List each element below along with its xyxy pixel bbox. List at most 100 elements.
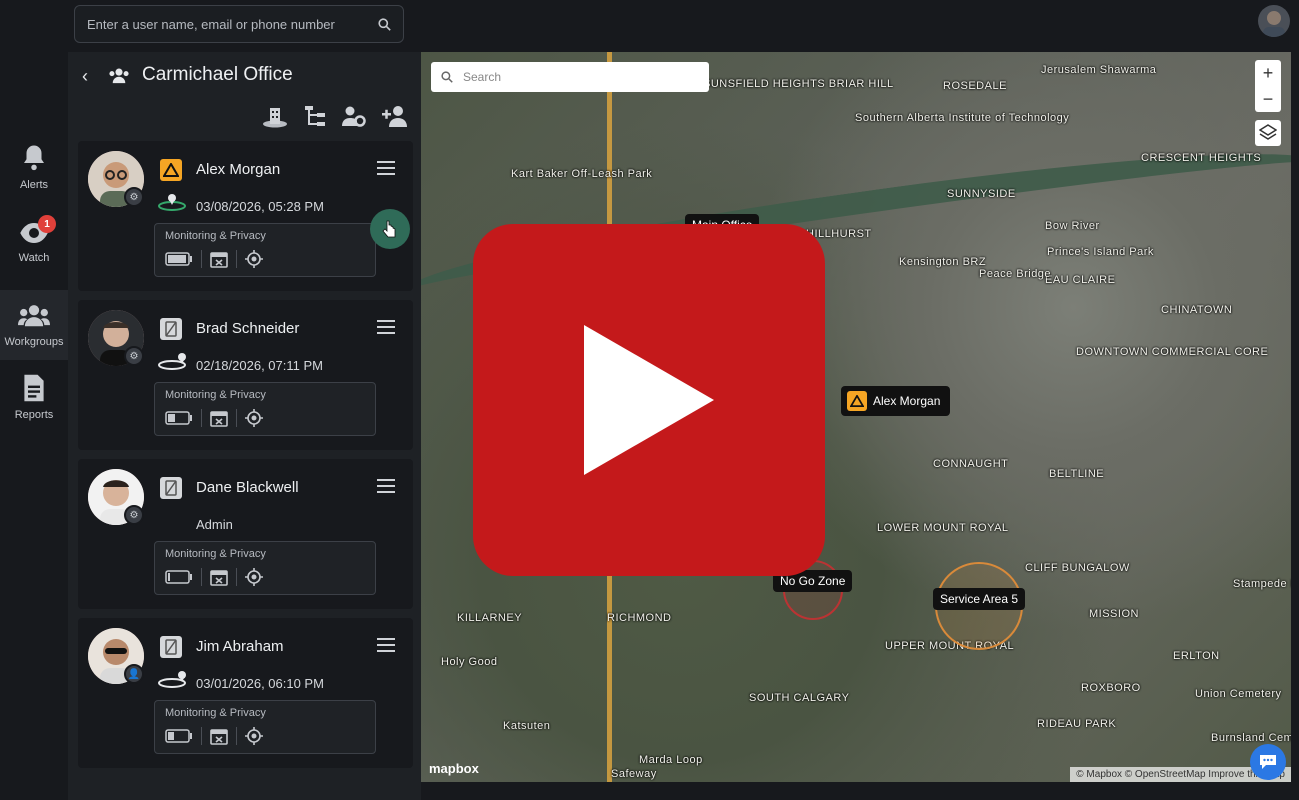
member-card-alex[interactable]: ⚙ Alex Morgan 03/08/2026, 05:28 PM Monit… (78, 141, 413, 291)
last-seen: 03/08/2026, 05:28 PM (196, 199, 324, 214)
panel-header: ‹ Carmichael Office (68, 52, 421, 132)
member-card-jim[interactable]: 👤 Jim Abraham 03/01/2026, 06:10 PM Monit… (78, 618, 413, 768)
workgroup-panel: ‹ Carmichael Office ⚙ Alex Morgan 03/08/… (68, 52, 421, 800)
map-label: CRESCENT HEIGHTS (1141, 152, 1262, 164)
alex-morgan-pin[interactable]: Alex Morgan (841, 386, 951, 416)
location-ring-icon (158, 353, 186, 370)
hamburger-menu-icon[interactable] (377, 161, 395, 175)
calendar-off-icon (210, 729, 228, 745)
map-label: EAU CLAIRE (1045, 274, 1116, 286)
target-location-icon (245, 727, 263, 745)
map-label: CLIFF BUNGALOW (1025, 562, 1130, 574)
map-label: Stampede Park (1233, 578, 1291, 590)
last-seen: 02/18/2026, 07:11 PM (196, 358, 323, 373)
member-card-brad[interactable]: ⚙ Brad Schneider 02/18/2026, 07:11 PM Mo… (78, 300, 413, 450)
map-label: Marda Loop (639, 754, 703, 766)
user-search-input[interactable]: Enter a user name, email or phone number (74, 5, 404, 43)
alert-triangle-icon (847, 391, 867, 411)
map-search-placeholder: Search (463, 70, 502, 84)
map-label: ROXBORO (1081, 682, 1141, 694)
battery-icon (165, 252, 192, 266)
monitoring-privacy-box: Monitoring & Privacy (154, 700, 376, 754)
gear-icon: ⚙ (124, 187, 144, 207)
battery-icon (165, 411, 192, 425)
layers-button[interactable] (1255, 120, 1281, 146)
map-label: ROSEDALE (943, 80, 1007, 92)
map-label: Burnsland Cemetery (1211, 732, 1291, 744)
layers-icon (1259, 124, 1277, 140)
watch-badge: 1 (38, 215, 56, 233)
gear-icon: ⚙ (124, 505, 144, 525)
map-label: KILLARNEY (457, 612, 523, 624)
nav-alerts[interactable]: Alerts (0, 132, 68, 202)
member-card-dane[interactable]: ⚙ Dane Blackwell Admin Monitoring & Priv… (78, 459, 413, 609)
target-location-icon (245, 250, 263, 268)
map-label: CHINATOWN (1161, 304, 1233, 316)
map-label: Safeway (611, 768, 657, 780)
person-icon: 👤 (124, 664, 144, 684)
monitoring-privacy-box: Monitoring & Privacy (154, 223, 376, 277)
nav-alerts-label: Alerts (19, 179, 49, 191)
mapbox-logo: mapbox (429, 761, 479, 776)
map-label: Peace Bridge (979, 268, 1052, 280)
bell-icon (24, 145, 44, 171)
hierarchy-icon[interactable] (303, 104, 327, 128)
user-search-placeholder: Enter a user name, email or phone number (87, 16, 335, 32)
back-chevron-icon[interactable]: ‹ (82, 66, 88, 87)
map-label: SUNNYSIDE (947, 188, 1016, 200)
search-icon (378, 17, 391, 31)
chat-support-button[interactable] (1250, 744, 1286, 780)
map-label: Prince's Island Park (1047, 246, 1154, 258)
map-label: BELTLINE (1049, 468, 1105, 480)
member-name: Alex Morgan (196, 161, 281, 178)
page-title: Carmichael Office (142, 64, 293, 85)
chat-icon (1260, 755, 1276, 769)
hamburger-menu-icon[interactable] (377, 479, 395, 493)
map-label: DOWNTOWN COMMERCIAL CORE (1076, 346, 1269, 358)
user-gear-icon[interactable] (341, 104, 367, 128)
add-user-icon[interactable] (381, 104, 411, 128)
nav-workgroups[interactable]: Workgroups (0, 290, 68, 360)
map-label: SUNSFIELD HEIGHTS BRIAR HILL (703, 78, 894, 90)
current-user-avatar[interactable] (1258, 5, 1290, 37)
hamburger-menu-icon[interactable] (377, 320, 395, 334)
map-label: Kart Baker Off-Leash Park (511, 168, 653, 180)
member-name: Brad Schneider (196, 320, 300, 337)
map-label: Southern Alberta Institute of Technology (855, 112, 1070, 124)
location-ring-icon (158, 194, 186, 211)
no-device-icon (160, 636, 182, 658)
video-play-button[interactable] (473, 224, 825, 576)
map-search-input[interactable]: Search (431, 62, 709, 92)
service-area-label: Service Area 5 (940, 592, 1019, 606)
calendar-off-icon (210, 570, 228, 586)
pointer-cursor-icon (370, 209, 410, 249)
users-icon (18, 305, 50, 327)
zoom-in-button[interactable]: + (1263, 63, 1274, 84)
report-icon (24, 374, 44, 402)
map-label: SOUTH CALGARY (749, 692, 850, 704)
no-go-zone-label: No Go Zone (780, 574, 846, 588)
calendar-off-icon (210, 252, 228, 268)
left-navigation: Alerts 1 Watch Workgroups Reports (0, 52, 68, 800)
service-area-pin[interactable]: Service Area 5 (933, 588, 1026, 610)
group-icon (109, 68, 129, 84)
battery-icon (165, 570, 192, 584)
monitoring-label: Monitoring & Privacy (165, 230, 266, 242)
nav-watch[interactable]: 1 Watch (0, 207, 68, 277)
battery-icon (165, 729, 192, 743)
zoom-out-button[interactable]: − (1263, 89, 1274, 110)
hamburger-menu-icon[interactable] (377, 638, 395, 652)
alex-pin-label: Alex Morgan (873, 394, 941, 408)
top-bar: Enter a user name, email or phone number (0, 0, 1299, 52)
nav-workgroups-label: Workgroups (4, 336, 64, 348)
nav-reports[interactable]: Reports (0, 362, 68, 432)
monitoring-label: Monitoring & Privacy (165, 548, 266, 560)
nav-watch-label: Watch (18, 252, 50, 264)
calendar-off-icon (210, 411, 228, 427)
member-name: Jim Abraham (196, 638, 284, 655)
panel-toolbar (261, 104, 411, 128)
map-label: CONNAUGHT (933, 458, 1009, 470)
member-name: Dane Blackwell (196, 479, 299, 496)
building-icon[interactable] (261, 104, 289, 128)
map-label: RICHMOND (607, 612, 672, 624)
